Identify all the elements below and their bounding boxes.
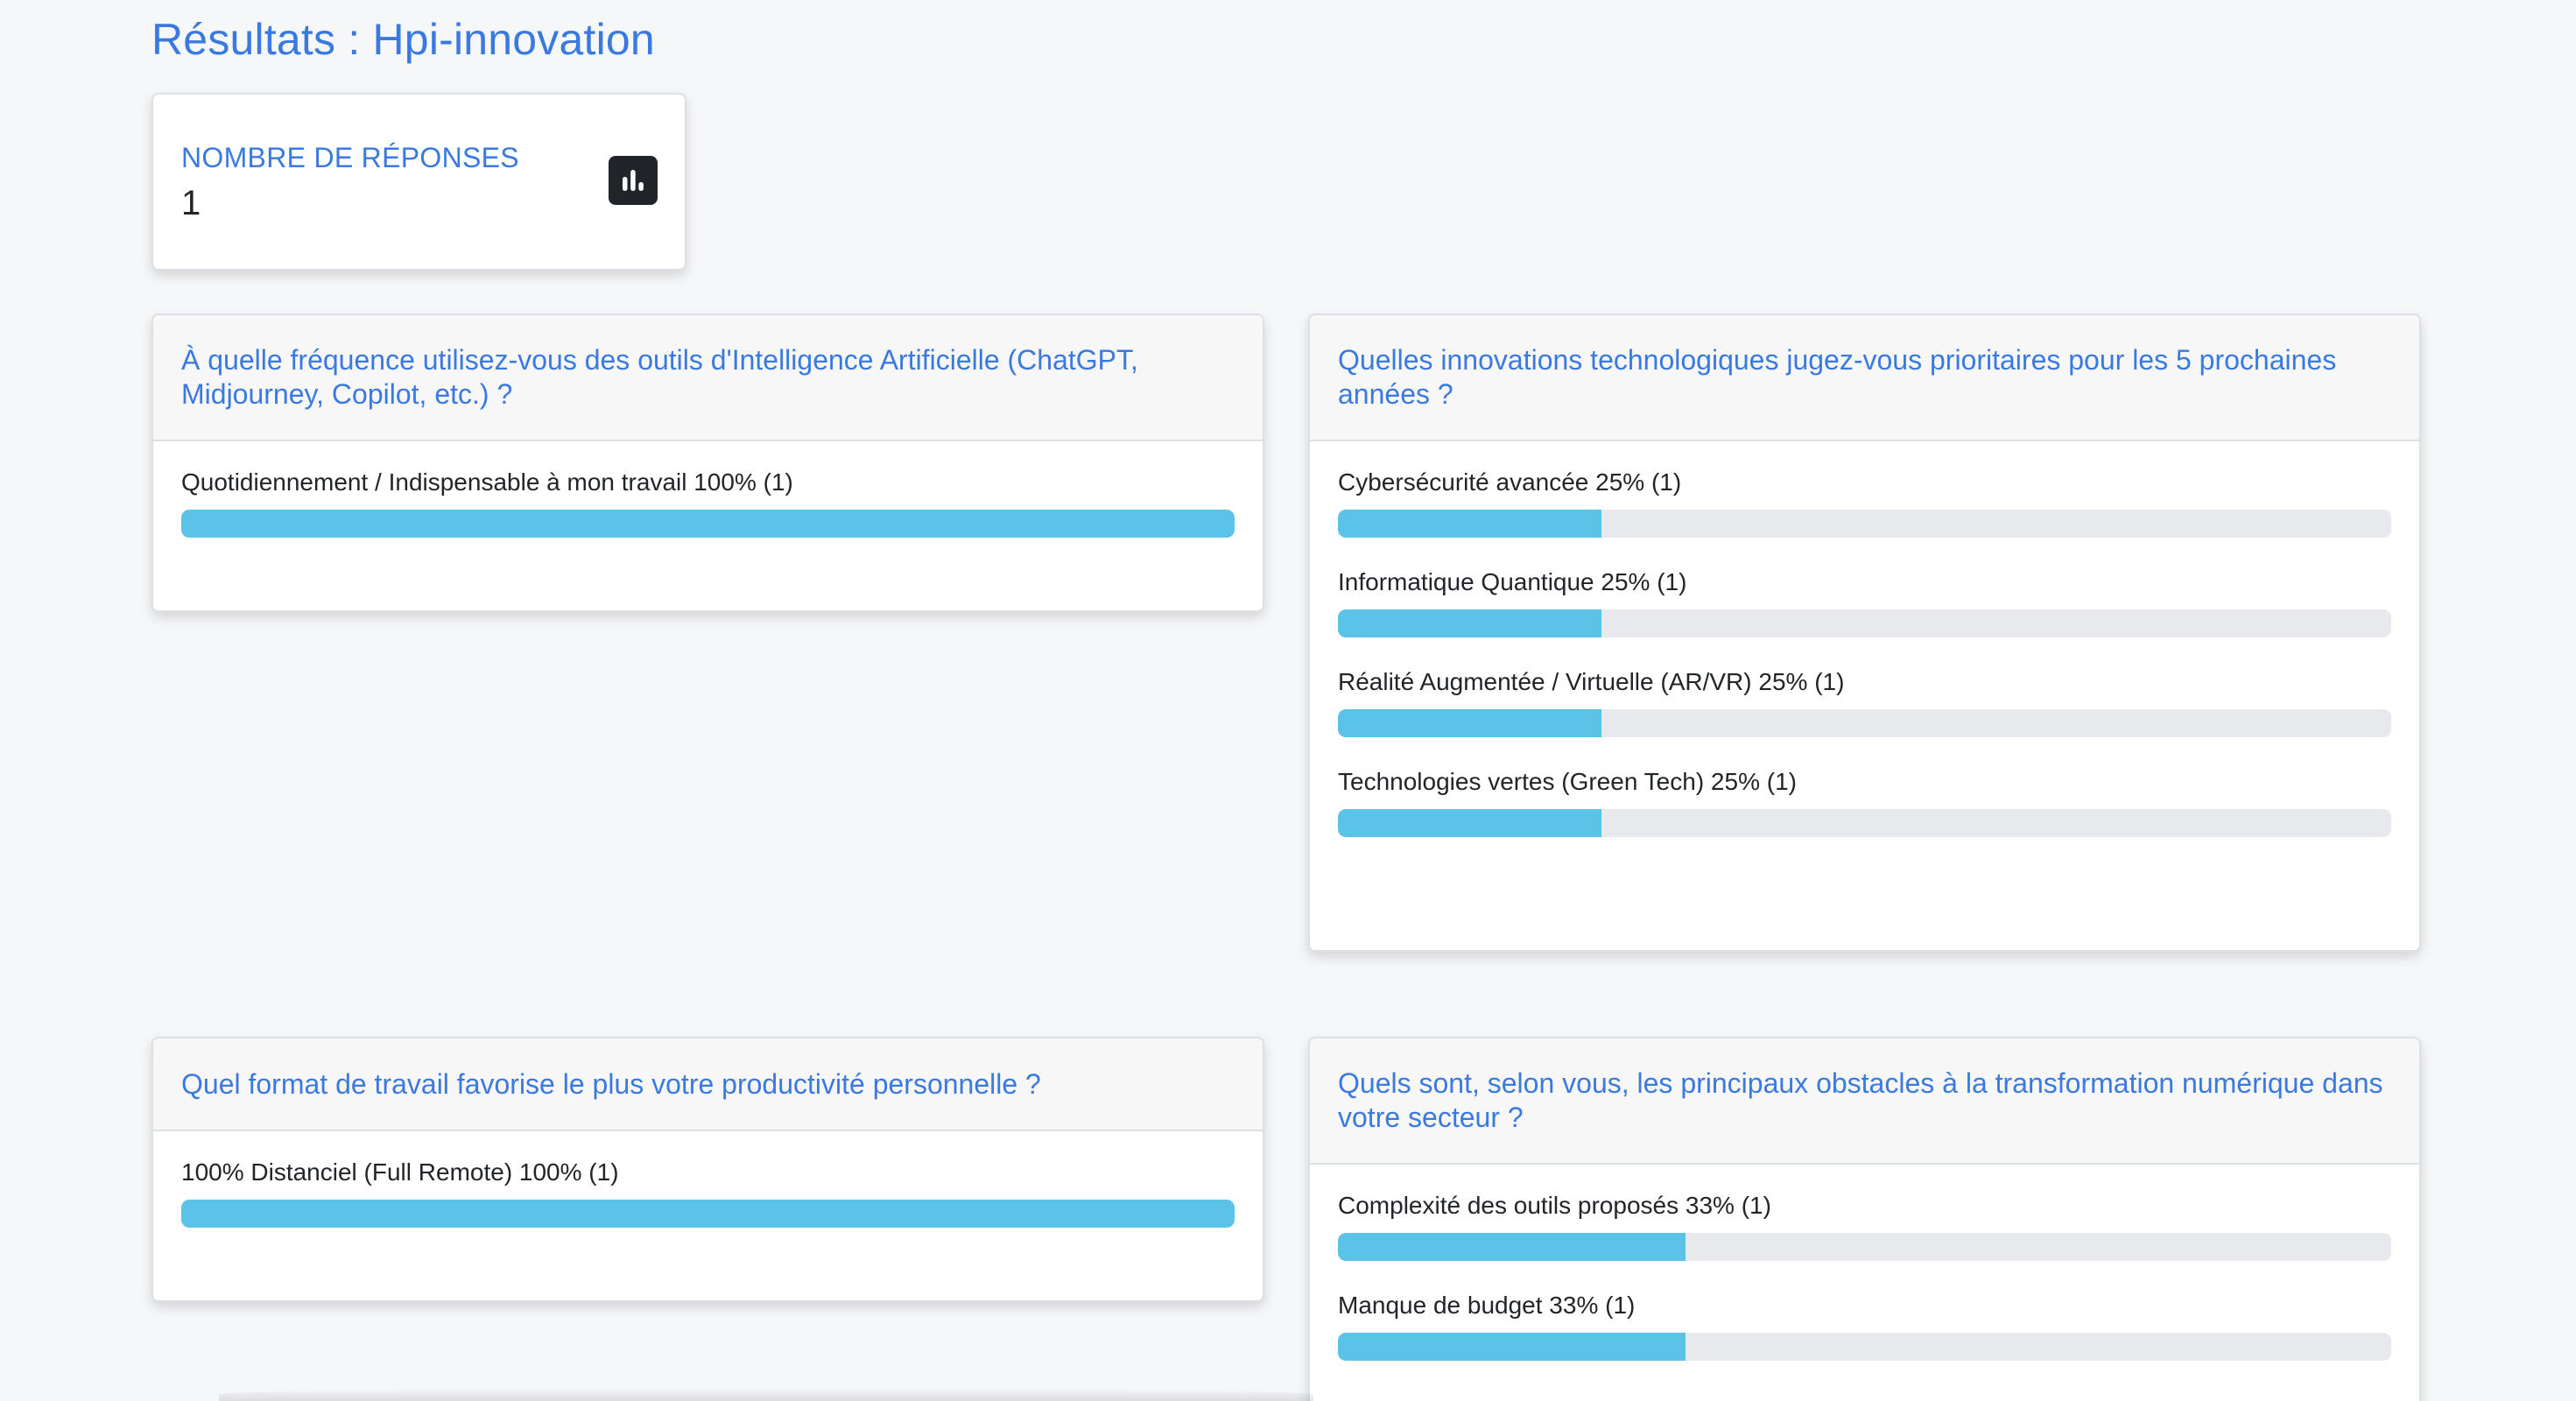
question-results: 100% Distanciel (Full Remote) 100% (1) [153, 1131, 1263, 1228]
progress-bar-fill [1338, 1333, 1686, 1361]
bar-chart-icon [609, 156, 658, 205]
question-header: Quels sont, selon vous, les principaux o… [1310, 1038, 2419, 1165]
result-option-label: Technologies vertes (Green Tech) 25% (1) [1338, 768, 1797, 795]
result-option-label: Réalité Augmentée / Virtuelle (AR/VR) 25… [1338, 668, 1845, 695]
result-option-label: Informatique Quantique 25% (1) [1338, 568, 1687, 595]
question-header: Quel format de travail favorise le plus … [153, 1038, 1263, 1131]
question-card-tech-priorities: Quelles innovations technologiques jugez… [1308, 313, 2421, 952]
question-header: À quelle fréquence utilisez-vous des out… [153, 315, 1263, 441]
progress-bar-fill [1338, 709, 1601, 737]
progress-bar-fill [1338, 609, 1601, 637]
result-option: Réalité Augmentée / Virtuelle (AR/VR) 25… [1338, 667, 2391, 737]
progress-bar-fill [181, 510, 1235, 538]
result-option: 100% Distanciel (Full Remote) 100% (1) [181, 1158, 1235, 1228]
result-option-label: Cybersécurité avancée 25% (1) [1338, 468, 1682, 496]
question-card-digital-obstacles: Quels sont, selon vous, les principaux o… [1308, 1037, 2421, 1401]
progress-bar-track [1338, 1233, 2391, 1261]
progress-bar-track [1338, 609, 2391, 637]
result-option: Complexité des outils proposés 33% (1) [1338, 1191, 2391, 1261]
result-option: Manque de budget 33% (1) [1338, 1291, 2391, 1361]
progress-bar-track [1338, 709, 2391, 737]
progress-bar-track [1338, 1333, 2391, 1361]
result-option: Cybersécurité avancée 25% (1) [1338, 468, 2391, 538]
progress-bar-fill [1338, 510, 1601, 538]
response-count-value: 1 [181, 184, 201, 222]
response-count-card: NOMBRE DE RÉPONSES 1 [151, 93, 686, 271]
result-option-label: Manque de budget 33% (1) [1338, 1292, 1636, 1319]
response-count-label: NOMBRE DE RÉPONSES [181, 142, 519, 173]
result-option: Technologies vertes (Green Tech) 25% (1) [1338, 767, 2391, 837]
question-results: Quotidiennement / Indispensable à mon tr… [153, 441, 1263, 538]
result-option: Quotidiennement / Indispensable à mon tr… [181, 468, 1235, 538]
progress-bar-track [181, 510, 1235, 538]
question-results: Cybersécurité avancée 25% (1) Informatiq… [1310, 441, 2419, 837]
page-title: Résultats : Hpi-innovation [151, 15, 655, 64]
progress-bar-fill [1338, 1233, 1686, 1261]
result-option-label: Complexité des outils proposés 33% (1) [1338, 1192, 1771, 1219]
question-title: À quelle fréquence utilisez-vous des out… [181, 344, 1138, 410]
results-page: Résultats : Hpi-innovation NOMBRE DE RÉP… [0, 0, 2576, 1401]
question-header: Quelles innovations technologiques jugez… [1310, 315, 2419, 441]
question-card-work-format: Quel format de travail favorise le plus … [151, 1037, 1264, 1302]
scroll-shadow [219, 1388, 1313, 1401]
progress-bar-fill [1338, 809, 1601, 837]
result-option: Informatique Quantique 25% (1) [1338, 567, 2391, 637]
result-option-label: Quotidiennement / Indispensable à mon tr… [181, 468, 793, 496]
progress-bar-fill [181, 1200, 1235, 1228]
question-results: Complexité des outils proposés 33% (1) M… [1310, 1165, 2419, 1361]
progress-bar-track [181, 1200, 1235, 1228]
progress-bar-track [1338, 809, 2391, 837]
question-title: Quelles innovations technologiques jugez… [1338, 344, 2337, 410]
progress-bar-track [1338, 510, 2391, 538]
question-card-ai-frequency: À quelle fréquence utilisez-vous des out… [151, 313, 1264, 612]
question-title: Quels sont, selon vous, les principaux o… [1338, 1067, 2383, 1133]
question-title: Quel format de travail favorise le plus … [181, 1067, 1041, 1100]
result-option-label: 100% Distanciel (Full Remote) 100% (1) [181, 1158, 619, 1186]
